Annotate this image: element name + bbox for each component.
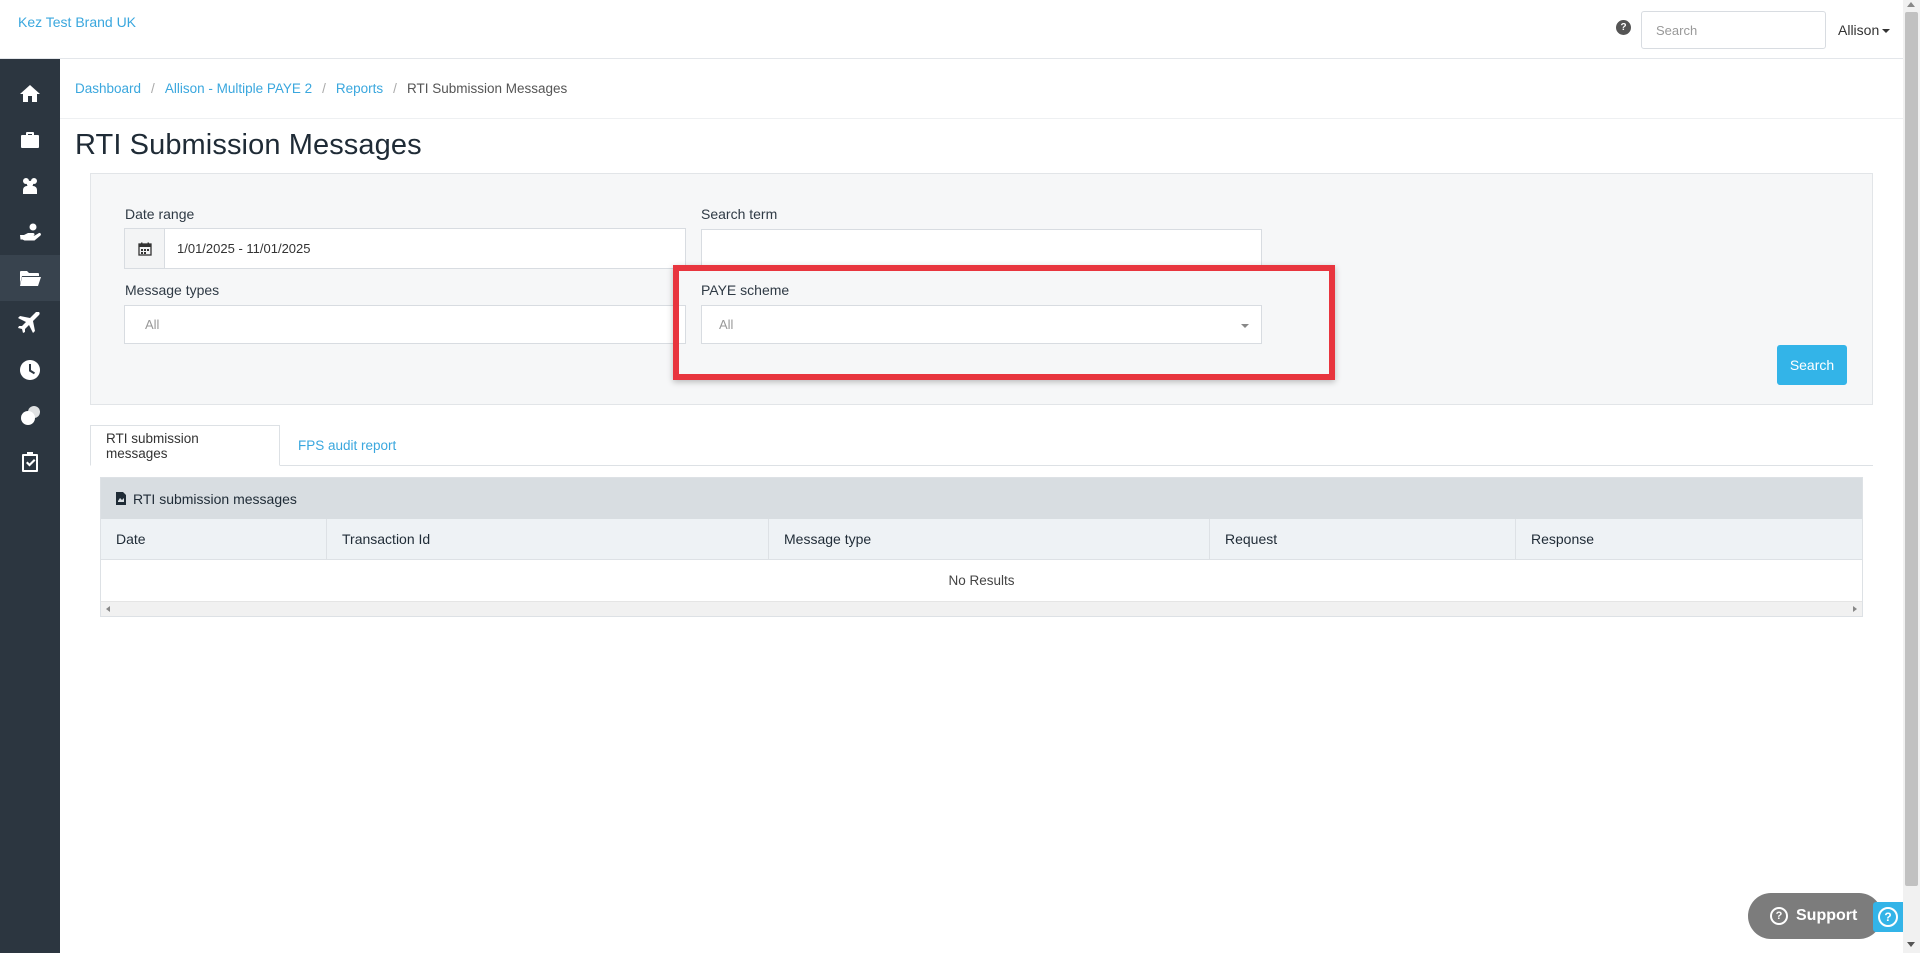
table-horizontal-scrollbar[interactable]: [101, 601, 1862, 616]
sidebar-item-travel[interactable]: [0, 301, 60, 347]
top-search-input[interactable]: [1641, 11, 1826, 49]
sidebar-item-tasks[interactable]: [0, 439, 60, 485]
folder-open-icon: [20, 271, 41, 286]
plane-icon: [18, 312, 40, 333]
breadcrumb-reports[interactable]: Reports: [336, 81, 383, 96]
sidebar-item-reports[interactable]: [0, 255, 60, 301]
date-range-input[interactable]: [165, 229, 685, 268]
search-term-label: Search term: [701, 206, 778, 222]
question-circle-icon[interactable]: ?: [1616, 20, 1631, 35]
column-header-response[interactable]: Response: [1516, 519, 1862, 559]
brand-link[interactable]: Kez Test Brand UK: [18, 14, 136, 30]
support-button[interactable]: ? Support: [1748, 893, 1882, 939]
breadcrumb-divider: [60, 118, 1903, 119]
breadcrumb-dashboard[interactable]: Dashboard: [75, 81, 141, 96]
chevron-down-icon: [1882, 29, 1891, 34]
scroll-down-arrow-icon[interactable]: [1907, 942, 1915, 947]
calendar-addon[interactable]: [125, 229, 165, 268]
breadcrumb-separator: /: [393, 81, 397, 96]
sidebar-item-time[interactable]: [0, 347, 60, 393]
results-panel-header: RTI submission messages: [101, 478, 1862, 519]
message-types-value: All: [145, 317, 160, 332]
coins-icon: [21, 406, 40, 425]
sidebar-item-payroll[interactable]: [0, 393, 60, 439]
results-panel-title: RTI submission messages: [133, 490, 297, 507]
tab-fps-audit-report[interactable]: FPS audit report: [283, 425, 411, 466]
file-icon: [116, 492, 126, 505]
column-header-transaction-id[interactable]: Transaction Id: [327, 519, 769, 559]
briefcase-icon: [21, 132, 39, 148]
breadcrumb-separator: /: [151, 81, 155, 96]
date-range-field[interactable]: [124, 228, 686, 269]
sidebar-item-hand-holding[interactable]: [0, 209, 60, 255]
home-icon: [20, 85, 40, 102]
date-range-label: Date range: [125, 206, 195, 222]
empty-state-text: No Results: [948, 573, 1015, 588]
question-circle-icon: ?: [1878, 907, 1898, 927]
sidebar-item-briefcase[interactable]: [0, 117, 60, 163]
highlight-annotation: [673, 265, 1335, 380]
search-button[interactable]: Search: [1777, 345, 1847, 385]
help-widget-button[interactable]: ?: [1873, 902, 1903, 932]
user-menu[interactable]: Allison: [1838, 22, 1891, 38]
clipboard-check-icon: [22, 452, 38, 472]
scroll-left-arrow-icon[interactable]: [106, 606, 110, 612]
column-header-date[interactable]: Date: [101, 519, 327, 559]
calendar-icon: [137, 242, 152, 256]
question-circle-icon: ?: [1770, 907, 1788, 925]
breadcrumb-current: RTI Submission Messages: [406, 81, 568, 96]
message-types-label: Message types: [125, 282, 220, 298]
top-bar: Kez Test Brand UK ? Allison: [0, 0, 1920, 59]
breadcrumb: Dashboard / Allison - Multiple PAYE 2 / …: [75, 81, 567, 96]
scroll-up-arrow-icon[interactable]: [1907, 2, 1915, 7]
sidebar-item-users[interactable]: [0, 163, 60, 209]
scroll-right-arrow-icon[interactable]: [1853, 606, 1857, 612]
sidebar: [0, 59, 60, 953]
scrollbar-thumb[interactable]: [1905, 12, 1918, 886]
support-label: Support: [1796, 907, 1858, 924]
breadcrumb-company[interactable]: Allison - Multiple PAYE 2: [165, 81, 312, 96]
clock-icon: [20, 360, 41, 380]
page-scrollbar[interactable]: [1903, 0, 1920, 953]
sidebar-item-home[interactable]: [0, 71, 60, 117]
hand-holding-icon: [20, 223, 41, 241]
column-header-message-type[interactable]: Message type: [769, 519, 1210, 559]
page-title: RTI Submission Messages: [75, 129, 422, 161]
user-name: Allison: [1838, 22, 1880, 38]
tab-rti-submission-messages[interactable]: RTI submission messages: [90, 425, 280, 466]
column-header-request[interactable]: Request: [1210, 519, 1516, 559]
message-types-select[interactable]: All: [124, 305, 686, 344]
breadcrumb-separator: /: [322, 81, 326, 96]
search-term-input[interactable]: [701, 229, 1262, 268]
table-header-row: Date Transaction Id Message type Request…: [101, 519, 1862, 560]
results-panel: RTI submission messages Date Transaction…: [100, 477, 1863, 617]
users-icon: [23, 178, 37, 194]
